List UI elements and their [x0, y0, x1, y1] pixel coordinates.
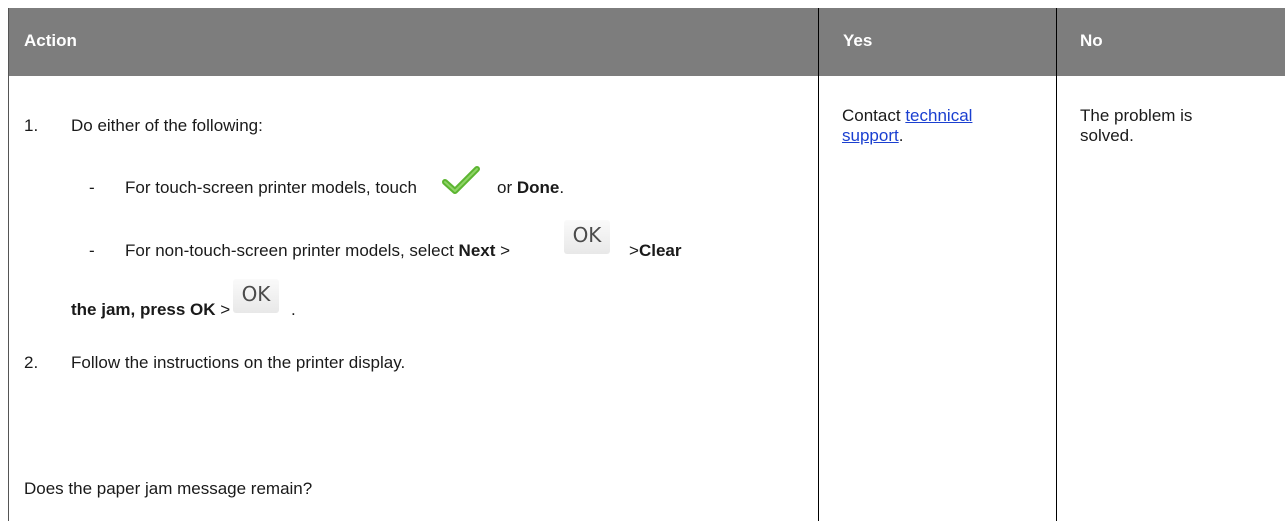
touch-suffix: or Done.	[497, 178, 564, 198]
header-yes-label: Yes	[843, 31, 873, 50]
yes-period: .	[898, 126, 904, 145]
touch-or: or	[497, 178, 513, 197]
gt-1: >	[500, 241, 511, 260]
clear-jam-line1: >Clear	[629, 241, 681, 261]
touch-prefix: For touch-screen printer models, touch	[125, 178, 417, 197]
step-2-text: Follow the instructions on the printer d…	[71, 353, 406, 372]
step-1-text: Do either of the following:	[71, 116, 263, 135]
troubleshooting-table: Action Yes No 1. Do either of the follow…	[8, 8, 1285, 521]
final-period: .	[291, 300, 296, 319]
no-line-1: The problem is	[1080, 106, 1193, 125]
column-divider-1	[818, 8, 819, 521]
question-text: Does the paper jam message remain?	[24, 479, 313, 498]
nontouch-bullet: -	[89, 241, 95, 260]
header-action-label: Action	[24, 31, 77, 50]
step-1-number: 1.	[24, 116, 39, 135]
technical-support-link-1[interactable]: technical	[905, 106, 972, 125]
table-left-border	[8, 8, 9, 521]
clear-label: Clear	[638, 241, 682, 260]
touch-instruction: For touch-screen printer models, touch	[125, 178, 417, 198]
header-no-label: No	[1080, 31, 1103, 50]
technical-support-link-2[interactable]: support	[842, 126, 899, 145]
gt-2: >	[629, 241, 639, 260]
contact-text: Contact	[842, 106, 901, 125]
ok-button-icon-2: OK	[233, 279, 279, 313]
clear-jam-line2: the jam, press OK >	[71, 300, 230, 320]
touch-bullet: -	[89, 178, 95, 197]
done-label: Done	[516, 178, 560, 197]
yes-cell: Contact technical support.	[842, 106, 972, 146]
header-no: No	[1056, 8, 1285, 76]
ok-button-icon: OK	[564, 220, 610, 254]
nontouch-instruction: For non-touch-screen printer models, sel…	[125, 241, 510, 261]
checkmark-icon	[442, 165, 480, 197]
gt-3: >	[220, 300, 231, 319]
nontouch-prefix: For non-touch-screen printer models, sel…	[125, 241, 454, 260]
no-line-2: solved.	[1080, 126, 1134, 145]
column-divider-2	[1056, 8, 1057, 521]
next-label: Next	[458, 241, 496, 260]
press-ok-label: the jam, press OK	[71, 300, 216, 319]
touch-end: .	[559, 178, 565, 197]
header-action: Action	[8, 8, 819, 76]
step-2-number: 2.	[24, 353, 39, 372]
header-yes: Yes	[819, 8, 1056, 76]
no-cell: The problem is solved.	[1080, 106, 1192, 146]
